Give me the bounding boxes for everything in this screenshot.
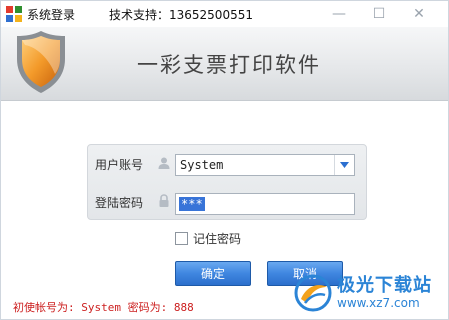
user-icon: [158, 157, 170, 169]
minimize-button[interactable]: —: [319, 1, 359, 27]
user-select-value: System: [180, 158, 224, 172]
user-label: 用户账号: [95, 158, 144, 172]
login-window: 系统登录 技术支持：13652500551 — ☐ ✕ 一彩支票打印软件 用户账…: [0, 0, 449, 320]
support-contact: 技术支持：13652500551: [109, 8, 253, 22]
window-title: 系统登录: [27, 8, 76, 22]
ok-button[interactable]: 确定: [175, 261, 251, 286]
password-field[interactable]: ***: [175, 193, 355, 215]
remember-checkbox[interactable]: [175, 231, 188, 245]
app-title: 一彩支票打印软件: [137, 53, 321, 77]
minimize-icon: —: [332, 6, 346, 22]
close-button[interactable]: ✕: [399, 1, 439, 27]
password-value: ***: [179, 197, 205, 211]
watermark-logo-icon: [294, 274, 332, 312]
maximize-button[interactable]: ☐: [359, 1, 399, 27]
chevron-down-icon: [340, 162, 349, 168]
remember-label: 记住密码: [193, 231, 242, 246]
dropdown-arrow[interactable]: [334, 155, 354, 175]
remember-password[interactable]: 记住密码: [175, 230, 241, 246]
app-icon: [6, 6, 22, 22]
shield-icon: [17, 31, 65, 93]
title-bar[interactable]: 系统登录 技术支持：13652500551 — ☐ ✕: [1, 1, 448, 27]
lock-icon: [159, 194, 169, 207]
watermark-name: 极光下载站: [337, 275, 432, 296]
user-select[interactable]: System: [175, 154, 355, 176]
close-icon: ✕: [413, 6, 425, 22]
watermark-url: www.xz7.com: [337, 296, 420, 310]
watermark: 极光下载站 www.xz7.com: [293, 269, 449, 319]
maximize-icon: ☐: [372, 6, 386, 22]
default-account-hint: 初使帐号为: System 密码为: 888: [13, 301, 194, 314]
header-banner: 一彩支票打印软件: [1, 27, 448, 101]
password-label: 登陆密码: [95, 196, 144, 210]
